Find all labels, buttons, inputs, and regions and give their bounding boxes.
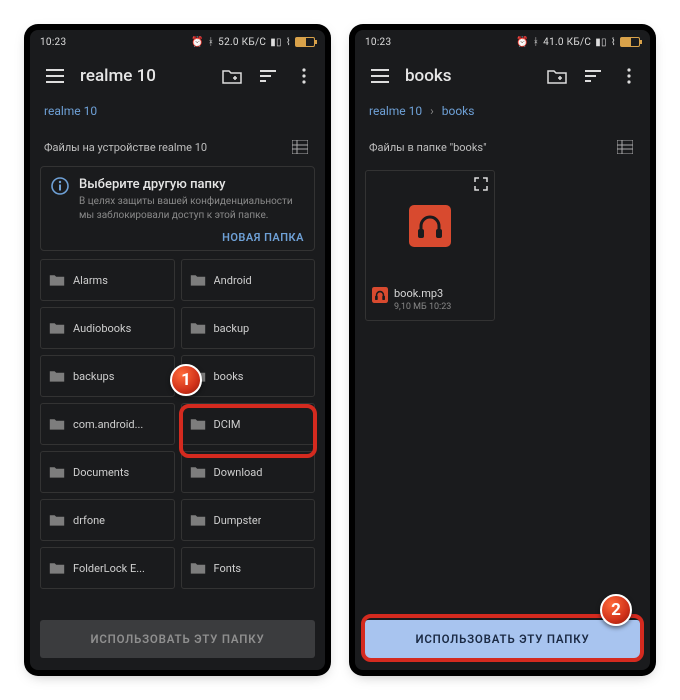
folder-item[interactable]: Documents [40,451,175,493]
folder-item[interactable]: Dumpster [181,499,316,541]
folder-item[interactable]: backup [181,307,316,349]
fullscreen-icon[interactable] [474,177,488,191]
section-title: Файлы на устройстве realme 10 [44,141,207,154]
view-toggle-icon[interactable] [614,136,636,158]
app-title: realme 10 [80,66,207,86]
status-time: 10:23 [40,37,66,48]
view-toggle-icon[interactable] [289,136,311,158]
file-name: book.mp3 [394,287,451,300]
folder-item[interactable]: Download [181,451,316,493]
folder-item[interactable]: books [181,355,316,397]
folder-item[interactable]: Alarms [40,259,175,301]
status-bar: 10:23 ⏰ ᚼ 41.0 КБ/С ▮▯ ⌇ [355,30,650,54]
bluetooth-icon: ᚼ [533,37,539,48]
folder-item[interactable]: drfone [40,499,175,541]
folder-item[interactable]: DCIM [181,403,316,445]
new-folder-icon[interactable] [546,65,568,87]
net-speed: 52.0 КБ/С [218,37,266,48]
audio-icon [372,287,388,303]
breadcrumb[interactable]: realme 10 › books [355,98,650,128]
menu-icon[interactable] [44,65,66,87]
new-folder-icon[interactable] [221,65,243,87]
crumb-root[interactable]: realme 10 [369,104,422,118]
file-meta: 9,10 МБ 10:23 [394,302,451,312]
folder-item[interactable]: Android [181,259,316,301]
status-time: 10:23 [365,37,391,48]
signal-icon: ▮▯ [270,37,282,48]
wifi-icon: ⌇ [286,37,291,48]
notice-title: Выберите другую папку [79,177,304,192]
status-icons: ⏰ ᚼ 52.0 КБ/С ▮▯ ⌇ [191,37,315,48]
alarm-icon: ⏰ [191,37,204,48]
status-bar: 10:23 ⏰ ᚼ 52.0 КБ/С ▮▯ ⌇ [30,30,325,54]
app-bar: books [355,54,650,98]
overflow-icon[interactable] [618,65,640,87]
chevron-right-icon: › [430,104,434,118]
net-speed: 41.0 КБ/С [543,37,591,48]
file-tile[interactable]: book.mp3 9,10 МБ 10:23 [365,170,495,321]
status-icons: ⏰ ᚼ 41.0 КБ/С ▮▯ ⌇ [516,37,640,48]
new-folder-button[interactable]: НОВАЯ ПАПКА [222,231,304,244]
signal-icon: ▮▯ [595,37,607,48]
use-folder-label: ИСПОЛЬЗОВАТЬ ЭТУ ПАПКУ [415,632,589,646]
crumb-current[interactable]: books [442,104,475,118]
breadcrumb[interactable]: realme 10 [30,98,325,128]
use-folder-button[interactable]: ИСПОЛЬЗОВАТЬ ЭТУ ПАПКУ [365,620,640,658]
folder-grid: AlarmsAndroidAudiobooksbackupbackupsbook… [40,259,315,589]
folder-item[interactable]: backups [40,355,175,397]
section-header: Файлы в папке "books" [355,128,650,166]
section-header: Файлы на устройстве realme 10 [30,128,325,166]
warning-card: Выберите другую папку В целях защиты ваш… [40,166,315,251]
alarm-icon: ⏰ [516,37,529,48]
sort-icon[interactable] [257,65,279,87]
audio-icon [409,205,451,247]
sort-icon[interactable] [582,65,604,87]
info-icon [51,177,69,222]
battery-icon [620,37,640,47]
phone-right: 10:23 ⏰ ᚼ 41.0 КБ/С ▮▯ ⌇ books realme 10… [355,30,650,670]
overflow-icon[interactable] [293,65,315,87]
app-bar: realme 10 [30,54,325,98]
bluetooth-icon: ᚼ [208,37,214,48]
crumb-root[interactable]: realme 10 [44,104,97,118]
menu-icon[interactable] [369,65,391,87]
use-folder-label: ИСПОЛЬЗОВАТЬ ЭТУ ПАПКУ [90,632,264,646]
notice-body: В целях защиты вашей конфиденциальности … [79,195,304,222]
content-area: book.mp3 9,10 МБ 10:23 [355,166,650,612]
folder-item[interactable]: Audiobooks [40,307,175,349]
file-thumbnail [366,171,494,281]
folder-item[interactable]: FolderLock E... [40,547,175,589]
folder-item[interactable]: com.android... [40,403,175,445]
wifi-icon: ⌇ [611,37,616,48]
content-area: Выберите другую папку В целях защиты ваш… [30,166,325,612]
phone-left: 10:23 ⏰ ᚼ 52.0 КБ/С ▮▯ ⌇ realme 10 realm… [30,30,325,670]
section-title: Файлы в папке "books" [369,141,487,154]
use-folder-button: ИСПОЛЬЗОВАТЬ ЭТУ ПАПКУ [40,620,315,658]
folder-item[interactable]: Fonts [181,547,316,589]
battery-icon [295,37,315,47]
app-title: books [405,66,532,86]
